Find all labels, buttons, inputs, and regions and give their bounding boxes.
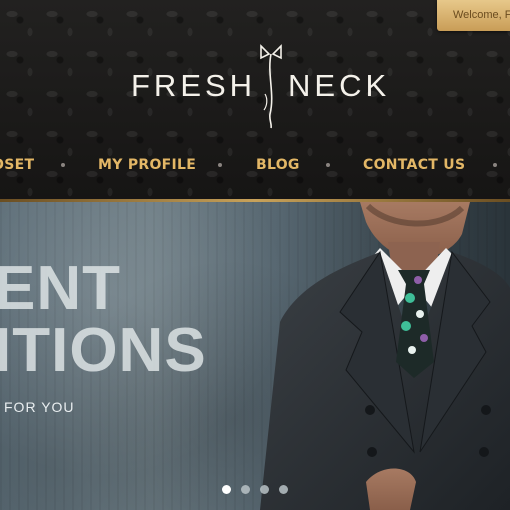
slider-dot-1[interactable] [222, 485, 231, 494]
tie-icon [260, 44, 282, 129]
nav-item-closet[interactable]: OSET [0, 157, 34, 173]
hero-headline-line2: ITIONS [0, 316, 207, 385]
hero-subtitle: FOR YOU [4, 399, 75, 415]
slider-dot-3[interactable] [260, 485, 269, 494]
nav-separator [493, 163, 497, 167]
hero-slider: ENT ITIONS FOR YOU [0, 202, 510, 510]
main-nav: OSET MY PROFILE BLOG CONTACT US [0, 148, 510, 182]
nav-item-blog[interactable]: BLOG [256, 157, 300, 173]
welcome-tab[interactable]: Welcome, F [437, 0, 510, 31]
nav-separator [218, 163, 222, 167]
hero-headline-line1: ENT [0, 254, 121, 323]
site-header: Welcome, F FRESH NECK OSET MY PROFILE BL… [0, 0, 510, 202]
nav-item-my-profile[interactable]: MY PROFILE [98, 157, 196, 173]
site-logo[interactable]: FRESH NECK [131, 44, 406, 134]
slider-dot-4[interactable] [279, 485, 288, 494]
nav-separator [61, 163, 65, 167]
logo-word-neck: NECK [288, 68, 391, 103]
hero-model-image [260, 202, 510, 510]
nav-separator [326, 163, 330, 167]
logo-word-fresh: FRESH [131, 68, 257, 103]
nav-item-contact-us[interactable]: CONTACT US [363, 157, 465, 173]
welcome-text: Welcome, F [453, 9, 510, 21]
slider-dot-2[interactable] [241, 485, 250, 494]
